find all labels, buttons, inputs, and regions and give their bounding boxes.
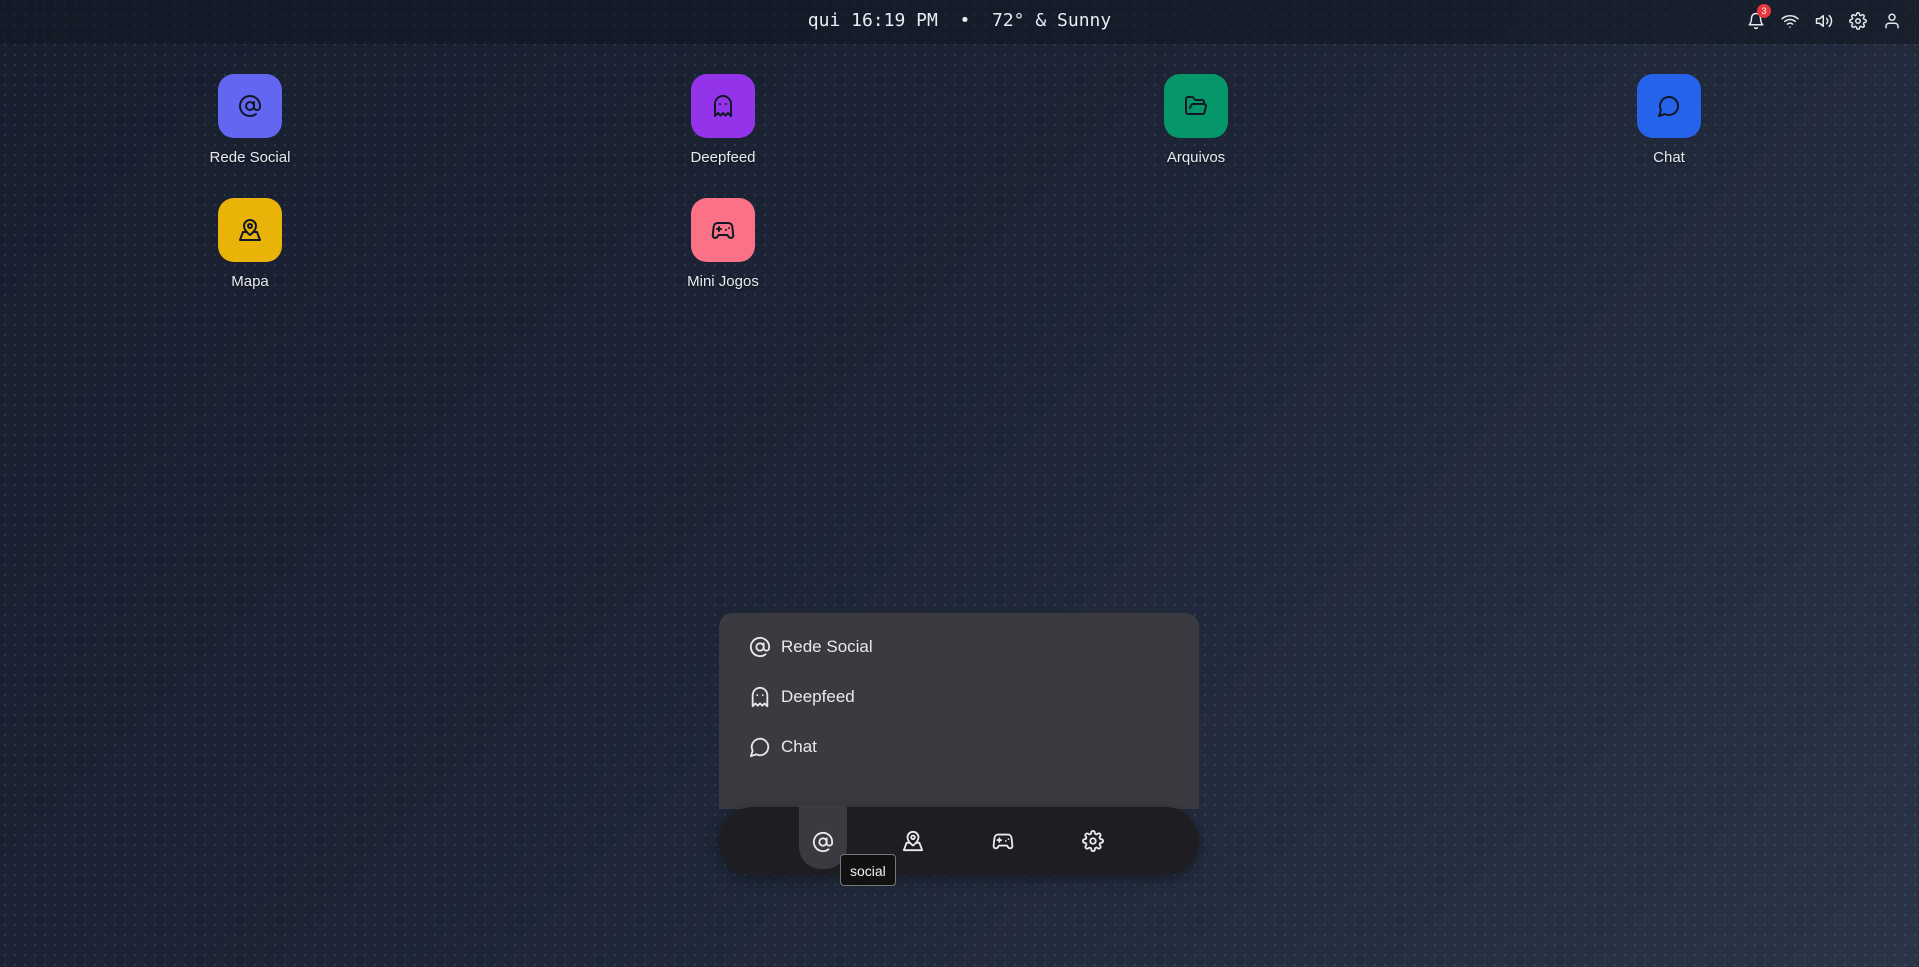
app-chat[interactable]: Chat <box>1609 74 1729 166</box>
menu-item-label: Deepfeed <box>781 687 855 706</box>
app-tile <box>691 198 755 262</box>
app-tile <box>218 74 282 138</box>
volume-button[interactable] <box>1813 10 1835 32</box>
top-bar: qui 16:19 PM • 72° & Sunny 3 <box>0 0 1919 44</box>
system-tray: 3 <box>1745 4 1903 32</box>
gear-icon <box>1082 830 1104 852</box>
menu-item-chat[interactable]: Chat <box>749 732 817 762</box>
settings-button[interactable] <box>1847 10 1869 32</box>
dock-button-map[interactable] <box>889 818 937 864</box>
app-mapa[interactable]: Mapa <box>190 198 310 290</box>
app-label: Mapa <box>231 273 269 290</box>
wifi-button[interactable] <box>1779 10 1801 32</box>
app-label: Mini Jogos <box>687 273 759 290</box>
notification-badge: 3 <box>1757 4 1771 18</box>
dock-tooltip: social <box>840 854 896 886</box>
message-circle-icon <box>749 737 770 758</box>
clock-weather-text: qui 16:19 PM • 72° & Sunny <box>807 10 1112 31</box>
app-label: Chat <box>1653 149 1685 166</box>
volume-icon <box>1815 14 1833 28</box>
menu-item-deepfeed[interactable]: Deepfeed <box>749 682 855 712</box>
dock-button-settings[interactable] <box>1069 818 1117 864</box>
launcher-menu-panel: Rede Social Deepfeed Chat <box>719 613 1199 809</box>
dock-button-games[interactable] <box>979 818 1027 864</box>
ghost-icon <box>751 686 769 708</box>
app-tile <box>691 74 755 138</box>
gamepad-icon <box>711 222 735 239</box>
user-icon <box>1885 13 1899 29</box>
settings-icon <box>1849 12 1867 30</box>
menu-item-label: Rede Social <box>781 637 873 656</box>
dock <box>719 805 1199 875</box>
menu-item-label: Chat <box>781 737 817 756</box>
user-button[interactable] <box>1881 10 1903 32</box>
app-label: Arquivos <box>1166 149 1226 166</box>
wifi-icon <box>1781 15 1799 28</box>
app-label: Rede Social <box>209 149 291 166</box>
notifications-button[interactable]: 3 <box>1745 4 1771 32</box>
at-icon <box>749 636 771 658</box>
menu-item-rede-social[interactable]: Rede Social <box>749 632 873 662</box>
message-circle-icon <box>1658 96 1679 117</box>
app-arquivos[interactable]: Arquivos <box>1136 74 1256 166</box>
app-rede-social[interactable]: Rede Social <box>190 74 310 166</box>
app-deepfeed[interactable]: Deepfeed <box>663 74 783 166</box>
ghost-icon <box>714 95 732 117</box>
map-pin-icon <box>239 219 261 241</box>
app-tile <box>1164 74 1228 138</box>
app-label: Deepfeed <box>690 149 756 166</box>
map-pin-icon <box>902 831 924 852</box>
gamepad-icon <box>992 833 1014 850</box>
app-tile <box>218 198 282 262</box>
at-icon <box>812 831 834 853</box>
app-tile <box>1637 74 1701 138</box>
folder-open-icon <box>1185 96 1207 116</box>
at-icon <box>239 95 261 117</box>
app-mini-jogos[interactable]: Mini Jogos <box>663 198 783 290</box>
